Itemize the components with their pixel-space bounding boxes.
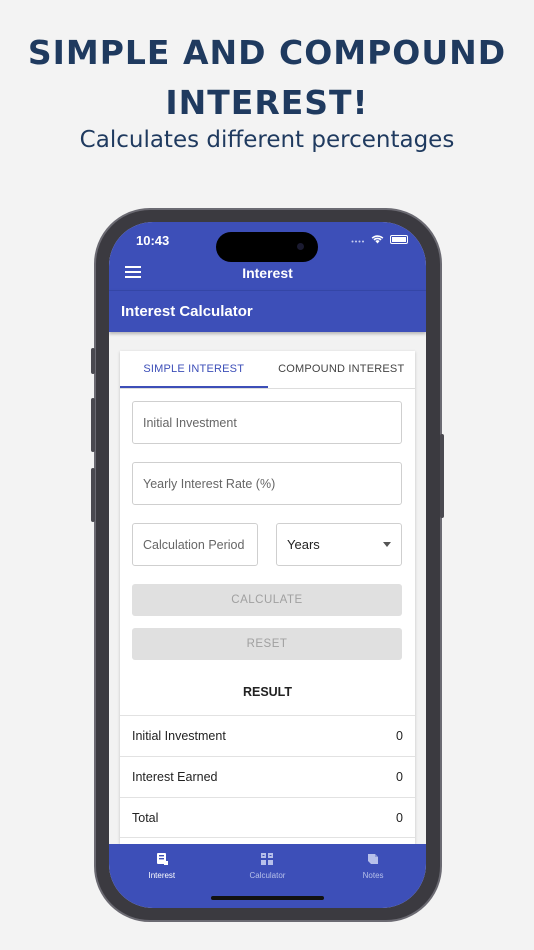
period-unit-value: Years [287,537,320,552]
phone-power-button [440,434,444,518]
tab-compound-interest[interactable]: COMPOUND INTEREST [268,351,416,388]
calculate-button[interactable]: CALCULATE [132,584,402,616]
result-label: Total [132,810,159,825]
promo-headline-line1: SIMPLE AND COMPOUND [27,33,507,72]
home-indicator [211,896,324,900]
battery-icon [390,234,408,244]
section-header: Interest Calculator [109,290,426,332]
result-label: Initial Investment [132,729,226,743]
promo-subtitle: Calculates different percentages [79,127,455,153]
initial-investment-input[interactable]: Initial Investment [132,401,402,444]
nav-label: Calculator [249,871,286,880]
calculation-period-input[interactable]: Calculation Period [132,523,258,566]
phone-volume-up [91,398,95,452]
dynamic-island [216,232,318,262]
nav-item-notes[interactable]: Notes [320,844,426,908]
period-unit-select[interactable]: Years [276,523,402,566]
result-row-interest-earned: Interest Earned 0 [120,756,415,797]
result-value: 0 [396,770,403,784]
interest-tabs: SIMPLE INTEREST COMPOUND INTEREST [120,351,415,389]
phone-volume-down [91,468,95,522]
nav-item-interest[interactable]: Interest [109,844,215,908]
promo-headline-line2: INTEREST! [165,83,369,122]
wifi-icon [371,235,384,244]
phone-screen: 10:43 Interest Interest Calculator SIMPL… [109,222,426,908]
result-title: RESULT [242,685,293,699]
app-bar-title: Interest [242,265,293,281]
dropdown-caret-icon [383,542,391,547]
calculator-icon [261,853,274,865]
tab-simple-interest[interactable]: SIMPLE INTEREST [120,351,268,388]
signal-icon [351,240,364,243]
result-label: Interest Earned [132,770,218,784]
calculator-card: SIMPLE INTEREST COMPOUND INTEREST Initia… [120,351,415,844]
phone-mute-switch [91,348,95,374]
status-time: 10:43 [136,233,170,248]
nav-label: Interest [148,871,176,880]
result-row-initial-investment: Initial Investment 0 [120,715,415,756]
interest-icon [156,853,168,865]
promo-headline: SIMPLE AND COMPOUND INTEREST! [0,28,534,128]
status-icons [351,234,408,244]
reset-button[interactable]: RESET [132,628,402,660]
nav-label: Notes [362,871,384,880]
status-bar: 10:43 Interest [109,222,426,290]
interest-rate-input[interactable]: Yearly Interest Rate (%) [132,462,402,505]
result-row-total: Total 0 [120,797,415,838]
camera-icon [297,243,304,250]
result-value: 0 [396,729,403,743]
section-title: Interest Calculator [121,303,253,320]
notes-icon [368,854,379,864]
result-value: 0 [396,810,403,825]
